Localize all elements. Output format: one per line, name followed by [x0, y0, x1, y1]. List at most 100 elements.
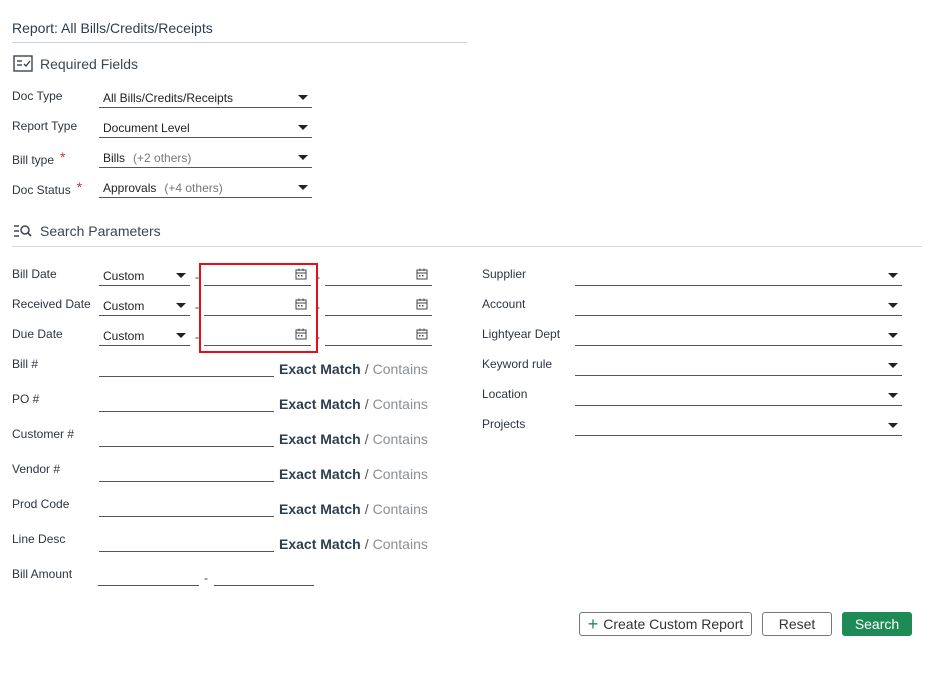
- chevron-down-icon: [888, 393, 898, 398]
- filter-label: Account: [482, 297, 526, 311]
- bill-type-select[interactable]: Bills (+2 others): [99, 148, 312, 168]
- report-type-value: Document Level: [103, 120, 190, 135]
- filter-select[interactable]: [575, 386, 902, 406]
- required-asterisk: *: [60, 149, 66, 165]
- match-separator: /: [364, 396, 369, 412]
- filter-label: Lightyear Dept: [482, 327, 561, 341]
- text-field-label: Bill #: [12, 357, 39, 371]
- calendar-icon[interactable]: [416, 328, 428, 343]
- plus-icon: +: [587, 614, 599, 634]
- doc-status-label: Doc Status *: [12, 179, 83, 197]
- required-asterisk: *: [76, 179, 83, 195]
- contains-option[interactable]: Contains: [373, 536, 428, 552]
- date-mode-value: Custom: [103, 268, 145, 283]
- text-field-input[interactable]: [99, 427, 274, 447]
- calendar-icon[interactable]: [416, 298, 428, 313]
- exact-match-option[interactable]: Exact Match: [279, 396, 361, 412]
- text-field-input[interactable]: [99, 392, 274, 412]
- text-field-label: Line Desc: [12, 532, 66, 546]
- filter-label: Supplier: [482, 267, 527, 281]
- calendar-icon[interactable]: [416, 268, 428, 283]
- search-parameters-heading: Search Parameters: [12, 223, 161, 239]
- date-to-input[interactable]: [325, 266, 432, 286]
- filter-select[interactable]: [575, 296, 902, 316]
- chevron-down-icon: [176, 333, 186, 338]
- create-custom-report-label: Create Custom Report: [603, 616, 744, 632]
- date-mode-select[interactable]: Custom: [99, 266, 190, 286]
- chevron-down-icon: [298, 95, 308, 100]
- required-fields-label: Required Fields: [40, 56, 139, 72]
- search-divider: [12, 246, 922, 247]
- doc-status-select[interactable]: Approvals (+4 others): [99, 178, 312, 198]
- bill-amount-label: Bill Amount: [12, 567, 73, 581]
- exact-match-option[interactable]: Exact Match: [279, 536, 361, 552]
- chevron-down-icon: [888, 333, 898, 338]
- title-divider: [12, 42, 467, 43]
- text-field-input[interactable]: [99, 462, 274, 482]
- date-to-input[interactable]: [325, 326, 432, 346]
- match-mode-toggle: Exact Match / Contains: [279, 466, 428, 482]
- match-mode-toggle: Exact Match / Contains: [279, 396, 428, 412]
- chevron-down-icon: [176, 273, 186, 278]
- contains-option[interactable]: Contains: [373, 396, 428, 412]
- bill-type-extra: (+2 others): [133, 150, 192, 165]
- date-to-input[interactable]: [325, 296, 432, 316]
- date-mode-select[interactable]: Custom: [99, 326, 190, 346]
- date-mode-value: Custom: [103, 298, 145, 313]
- filter-label: Projects: [482, 417, 526, 431]
- match-separator: /: [364, 361, 369, 377]
- exact-match-option[interactable]: Exact Match: [279, 431, 361, 447]
- match-mode-toggle: Exact Match / Contains: [279, 361, 428, 377]
- bill-amount-max-input[interactable]: [214, 566, 314, 586]
- search-list-icon: [14, 225, 32, 237]
- reset-button[interactable]: Reset: [762, 612, 832, 636]
- filter-label: Keyword rule: [482, 357, 553, 371]
- bill-amount-min-input[interactable]: [98, 566, 199, 586]
- chevron-down-icon: [298, 185, 308, 190]
- text-field-input[interactable]: [99, 497, 274, 517]
- date-mode-select[interactable]: Custom: [99, 296, 190, 316]
- filter-select[interactable]: [575, 266, 902, 286]
- chevron-down-icon: [176, 303, 186, 308]
- match-separator: /: [364, 431, 369, 447]
- date-label: Received Date: [12, 297, 91, 311]
- filter-label: Location: [482, 387, 528, 401]
- match-separator: /: [364, 466, 369, 482]
- text-field-label: Vendor #: [12, 462, 61, 476]
- search-button[interactable]: Search: [842, 612, 912, 636]
- filter-select[interactable]: [575, 416, 902, 436]
- doc-type-value: All Bills/Credits/Receipts: [103, 90, 234, 105]
- chevron-down-icon: [888, 273, 898, 278]
- match-mode-toggle: Exact Match / Contains: [279, 501, 428, 517]
- date-label: Bill Date: [12, 267, 57, 281]
- contains-option[interactable]: Contains: [373, 501, 428, 517]
- match-mode-toggle: Exact Match / Contains: [279, 536, 428, 552]
- report-type-select[interactable]: Document Level: [99, 118, 312, 138]
- exact-match-option[interactable]: Exact Match: [279, 501, 361, 517]
- filter-select[interactable]: [575, 356, 902, 376]
- doc-type-select[interactable]: All Bills/Credits/Receipts: [99, 88, 312, 108]
- contains-option[interactable]: Contains: [373, 466, 428, 482]
- exact-match-option[interactable]: Exact Match: [279, 361, 361, 377]
- report-type-label: Report Type: [12, 119, 78, 133]
- bill-type-label-text: Bill type: [12, 153, 55, 167]
- contains-option[interactable]: Contains: [373, 361, 428, 377]
- text-field-input[interactable]: [99, 357, 274, 377]
- exact-match-option[interactable]: Exact Match: [279, 466, 361, 482]
- contains-option[interactable]: Contains: [373, 431, 428, 447]
- search-parameters-label: Search Parameters: [40, 223, 161, 239]
- chevron-down-icon: [888, 423, 898, 428]
- required-fields-heading: Required Fields: [12, 55, 138, 73]
- range-dash: -: [204, 571, 208, 585]
- match-separator: /: [364, 536, 369, 552]
- match-mode-toggle: Exact Match / Contains: [279, 431, 428, 447]
- text-field-label: Prod Code: [12, 497, 70, 511]
- bill-type-value: Bills: [103, 150, 126, 165]
- date-mode-value: Custom: [103, 328, 145, 343]
- match-separator: /: [364, 501, 369, 517]
- text-field-input[interactable]: [99, 532, 274, 552]
- text-field-label: Customer #: [12, 427, 75, 441]
- doc-type-label: Doc Type: [12, 89, 63, 103]
- create-custom-report-button[interactable]: + Create Custom Report: [579, 612, 752, 636]
- filter-select[interactable]: [575, 326, 902, 346]
